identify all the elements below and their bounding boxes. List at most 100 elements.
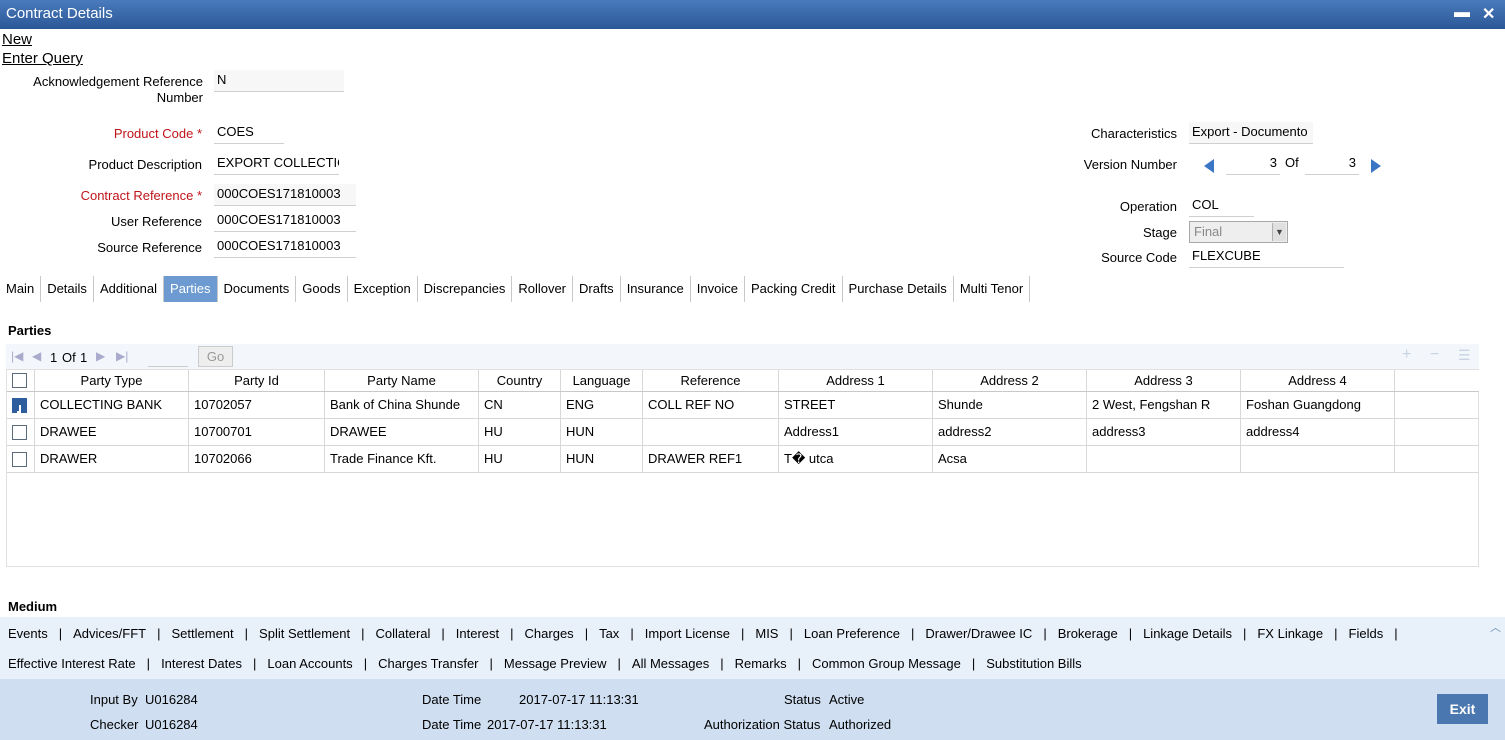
column-header[interactable]: Party Type [35,370,189,391]
enter-query-link[interactable]: Enter Query [2,50,83,67]
medium-link-interest[interactable]: Interest [456,626,499,641]
tab-parties[interactable]: Parties [164,276,218,302]
version-number-field[interactable]: 3 [1226,153,1280,175]
table-cell[interactable]: T� utca [779,446,933,472]
medium-link-interest-dates[interactable]: Interest Dates [161,656,242,671]
operation-field[interactable]: COL [1189,195,1254,217]
tab-invoice[interactable]: Invoice [691,276,745,302]
table-cell[interactable]: DRAWEE [35,419,189,445]
medium-link-mis[interactable]: MIS [755,626,778,641]
table-cell[interactable]: ENG [561,392,643,418]
characteristics-field[interactable]: Export - Documento [1189,122,1313,144]
product-desc-field[interactable]: EXPORT COLLECTIO [214,153,339,175]
column-header[interactable]: Party Id [189,370,325,391]
tab-purchase-details[interactable]: Purchase Details [843,276,954,302]
table-cell[interactable]: Trade Finance Kft. [325,446,479,472]
ack-ref-field[interactable]: N [214,70,344,92]
source-code-field[interactable]: FLEXCUBE [1189,246,1344,268]
table-cell[interactable]: 10702066 [189,446,325,472]
first-page-icon[interactable]: |◀ [11,349,23,363]
medium-link-import-license[interactable]: Import License [645,626,730,641]
medium-link-fx-linkage[interactable]: FX Linkage [1257,626,1323,641]
table-cell[interactable]: HUN [561,419,643,445]
table-cell[interactable]: DRAWER REF1 [643,446,779,472]
table-cell[interactable]: 10702057 [189,392,325,418]
tab-goods[interactable]: Goods [296,276,348,302]
page-number-input[interactable] [148,347,188,367]
table-cell[interactable]: 10700701 [189,419,325,445]
tab-drafts[interactable]: Drafts [573,276,621,302]
medium-link-message-preview[interactable]: Message Preview [504,656,607,671]
contract-ref-field[interactable]: 000COES171810003 [214,184,356,206]
tab-insurance[interactable]: Insurance [621,276,691,302]
tab-main[interactable]: Main [0,276,42,302]
source-ref-field[interactable]: 000COES171810003 [214,236,356,258]
next-version-icon[interactable] [1370,159,1382,173]
table-cell[interactable]: COLLECTING BANK [35,392,189,418]
medium-link-events[interactable]: Events [8,626,48,641]
medium-link-effective-interest-rate[interactable]: Effective Interest Rate [8,656,136,671]
collapse-icon[interactable]: ︿ [1490,619,1501,635]
medium-link-drawer-drawee-ic[interactable]: Drawer/Drawee IC [925,626,1032,641]
single-view-icon[interactable]: ☰ [1458,347,1471,364]
row-checkbox[interactable] [12,398,27,413]
tab-exception[interactable]: Exception [348,276,418,302]
new-link[interactable]: New [2,31,32,48]
close-icon[interactable]: ✕ [1482,4,1495,24]
tab-details[interactable]: Details [41,276,94,302]
table-cell[interactable]: HUN [561,446,643,472]
chevron-down-icon[interactable]: ▼ [1272,223,1286,241]
table-cell[interactable]: HU [479,419,561,445]
user-ref-field[interactable]: 000COES171810003 [214,210,356,232]
prev-page-icon[interactable]: ◀ [32,349,41,363]
medium-link-charges-transfer[interactable]: Charges Transfer [378,656,478,671]
tab-documents[interactable]: Documents [218,276,297,302]
tab-rollover[interactable]: Rollover [512,276,574,302]
table-cell[interactable]: STREET [779,392,933,418]
medium-link-linkage-details[interactable]: Linkage Details [1143,626,1232,641]
column-header[interactable]: Party Name [325,370,479,391]
medium-link-tax[interactable]: Tax [599,626,619,641]
row-checkbox[interactable] [12,425,27,440]
product-code-field[interactable]: COES [214,122,284,144]
table-cell[interactable]: HU [479,446,561,472]
table-cell[interactable]: Acsa [933,446,1087,472]
table-cell[interactable]: Bank of China Shunde [325,392,479,418]
column-header[interactable]: Address 1 [779,370,933,391]
table-cell[interactable]: COLL REF NO [643,392,779,418]
next-page-icon[interactable]: ▶ [96,349,105,363]
column-header[interactable]: Country [479,370,561,391]
table-cell[interactable]: Foshan Guangdong [1241,392,1395,418]
previous-version-icon[interactable] [1203,159,1215,173]
tab-additional[interactable]: Additional [94,276,165,302]
column-header[interactable]: Address 4 [1241,370,1395,391]
tab-multi-tenor[interactable]: Multi Tenor [954,276,1031,302]
tab-discrepancies[interactable]: Discrepancies [418,276,513,302]
medium-link-advices-fft[interactable]: Advices/FFT [73,626,146,641]
table-cell[interactable]: Shunde [933,392,1087,418]
tab-packing-credit[interactable]: Packing Credit [745,276,843,302]
medium-link-fields[interactable]: Fields [1349,626,1384,641]
delete-row-icon[interactable]: − [1430,346,1439,364]
medium-link-split-settlement[interactable]: Split Settlement [259,626,350,641]
table-row[interactable]: COLLECTING BANK 10702057 Bank of China Shu… [7,392,1479,419]
table-cell[interactable]: CN [479,392,561,418]
minimize-icon[interactable]: ▬ [1454,4,1470,22]
column-header[interactable]: Address 3 [1087,370,1241,391]
medium-link-settlement[interactable]: Settlement [172,626,234,641]
table-cell[interactable] [643,419,779,445]
table-cell[interactable]: DRAWEE [325,419,479,445]
table-cell[interactable]: 2 West, Fengshan R [1087,392,1241,418]
table-cell[interactable]: address2 [933,419,1087,445]
column-header[interactable]: Reference [643,370,779,391]
column-header[interactable]: Address 2 [933,370,1087,391]
table-cell[interactable] [1087,446,1241,472]
table-cell[interactable]: Address1 [779,419,933,445]
medium-link-common-group-message[interactable]: Common Group Message [812,656,961,671]
select-all-checkbox[interactable] [12,373,27,388]
medium-link-collateral[interactable]: Collateral [375,626,430,641]
table-cell[interactable]: address3 [1087,419,1241,445]
stage-select[interactable]: Final ▼ [1189,221,1288,243]
row-checkbox[interactable] [12,452,27,467]
table-cell[interactable]: DRAWER [35,446,189,472]
